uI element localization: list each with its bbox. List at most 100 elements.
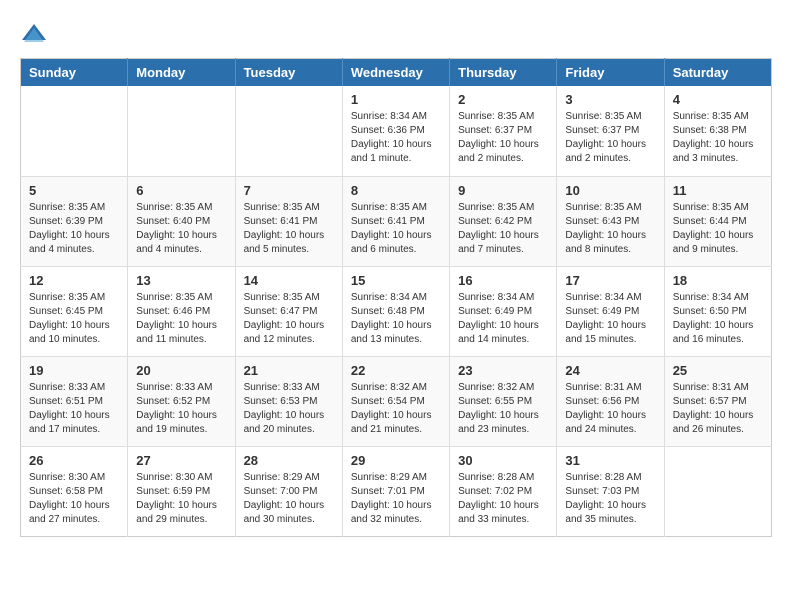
calendar-header-row: SundayMondayTuesdayWednesdayThursdayFrid… — [21, 59, 772, 87]
day-info: Sunrise: 8:34 AM Sunset: 6:49 PM Dayligh… — [565, 291, 655, 347]
day-header-wednesday: Wednesday — [342, 59, 449, 87]
day-info: Sunrise: 8:35 AM Sunset: 6:37 PM Dayligh… — [565, 110, 655, 166]
day-info: Sunrise: 8:29 AM Sunset: 7:00 PM Dayligh… — [244, 471, 334, 527]
calendar-cell: 14 Sunrise: 8:35 AM Sunset: 6:47 PM Dayli… — [235, 266, 342, 356]
day-info: Sunrise: 8:33 AM Sunset: 6:51 PM Dayligh… — [29, 381, 119, 437]
day-number: 26 — [29, 453, 119, 468]
day-number: 29 — [351, 453, 441, 468]
day-info: Sunrise: 8:34 AM Sunset: 6:48 PM Dayligh… — [351, 291, 441, 347]
calendar-cell: 15 Sunrise: 8:34 AM Sunset: 6:48 PM Dayli… — [342, 266, 449, 356]
day-number: 1 — [351, 92, 441, 107]
calendar-cell: 31 Sunrise: 8:28 AM Sunset: 7:03 PM Dayli… — [557, 446, 664, 536]
day-number: 9 — [458, 183, 548, 198]
day-info: Sunrise: 8:35 AM Sunset: 6:40 PM Dayligh… — [136, 201, 226, 257]
day-info: Sunrise: 8:31 AM Sunset: 6:57 PM Dayligh… — [673, 381, 763, 437]
day-info: Sunrise: 8:35 AM Sunset: 6:38 PM Dayligh… — [673, 110, 763, 166]
day-info: Sunrise: 8:35 AM Sunset: 6:37 PM Dayligh… — [458, 110, 548, 166]
day-info: Sunrise: 8:29 AM Sunset: 7:01 PM Dayligh… — [351, 471, 441, 527]
day-number: 24 — [565, 363, 655, 378]
day-number: 22 — [351, 363, 441, 378]
calendar-cell: 6 Sunrise: 8:35 AM Sunset: 6:40 PM Daylig… — [128, 176, 235, 266]
day-info: Sunrise: 8:32 AM Sunset: 6:55 PM Dayligh… — [458, 381, 548, 437]
day-header-sunday: Sunday — [21, 59, 128, 87]
calendar-cell: 16 Sunrise: 8:34 AM Sunset: 6:49 PM Dayli… — [450, 266, 557, 356]
day-number: 15 — [351, 273, 441, 288]
day-number: 28 — [244, 453, 334, 468]
calendar-week-row: 5Sunrise: 8:35 AM Sunset: 6:39 PM Daylig… — [21, 176, 772, 266]
day-number: 6 — [136, 183, 226, 198]
day-number: 27 — [136, 453, 226, 468]
day-number: 7 — [244, 183, 334, 198]
calendar-cell: 11 Sunrise: 8:35 AM Sunset: 6:44 PM Dayli… — [664, 176, 771, 266]
calendar-cell: 19 Sunrise: 8:33 AM Sunset: 6:51 PM Dayli… — [21, 356, 128, 446]
calendar-cell: 2 Sunrise: 8:35 AM Sunset: 6:37 PM Daylig… — [450, 86, 557, 176]
day-info: Sunrise: 8:35 AM Sunset: 6:47 PM Dayligh… — [244, 291, 334, 347]
day-number: 12 — [29, 273, 119, 288]
logo-icon — [20, 20, 48, 48]
calendar-cell: 20 Sunrise: 8:33 AM Sunset: 6:52 PM Dayli… — [128, 356, 235, 446]
calendar-cell: 13 Sunrise: 8:35 AM Sunset: 6:46 PM Dayli… — [128, 266, 235, 356]
calendar-cell: 8Sunrise: 8:35 AM Sunset: 6:41 PM Daylig… — [342, 176, 449, 266]
day-info: Sunrise: 8:34 AM Sunset: 6:36 PM Dayligh… — [351, 110, 441, 166]
day-info: Sunrise: 8:35 AM Sunset: 6:42 PM Dayligh… — [458, 201, 548, 257]
day-number: 19 — [29, 363, 119, 378]
day-info: Sunrise: 8:35 AM Sunset: 6:46 PM Dayligh… — [136, 291, 226, 347]
day-info: Sunrise: 8:33 AM Sunset: 6:53 PM Dayligh… — [244, 381, 334, 437]
logo — [20, 20, 52, 48]
calendar-cell: 17 Sunrise: 8:34 AM Sunset: 6:49 PM Dayli… — [557, 266, 664, 356]
day-info: Sunrise: 8:30 AM Sunset: 6:58 PM Dayligh… — [29, 471, 119, 527]
day-number: 10 — [565, 183, 655, 198]
day-number: 20 — [136, 363, 226, 378]
calendar-cell — [664, 446, 771, 536]
calendar-cell: 21 Sunrise: 8:33 AM Sunset: 6:53 PM Dayli… — [235, 356, 342, 446]
calendar-cell — [21, 86, 128, 176]
calendar-week-row: 26 Sunrise: 8:30 AM Sunset: 6:58 PM Dayli… — [21, 446, 772, 536]
day-info: Sunrise: 8:35 AM Sunset: 6:45 PM Dayligh… — [29, 291, 119, 347]
day-number: 4 — [673, 92, 763, 107]
day-number: 5 — [29, 183, 119, 198]
calendar-cell: 25 Sunrise: 8:31 AM Sunset: 6:57 PM Dayli… — [664, 356, 771, 446]
day-info: Sunrise: 8:32 AM Sunset: 6:54 PM Dayligh… — [351, 381, 441, 437]
calendar-cell: 4 Sunrise: 8:35 AM Sunset: 6:38 PM Daylig… — [664, 86, 771, 176]
day-header-tuesday: Tuesday — [235, 59, 342, 87]
day-number: 25 — [673, 363, 763, 378]
day-number: 2 — [458, 92, 548, 107]
day-info: Sunrise: 8:30 AM Sunset: 6:59 PM Dayligh… — [136, 471, 226, 527]
day-info: Sunrise: 8:33 AM Sunset: 6:52 PM Dayligh… — [136, 381, 226, 437]
day-number: 14 — [244, 273, 334, 288]
calendar-cell: 1 Sunrise: 8:34 AM Sunset: 6:36 PM Daylig… — [342, 86, 449, 176]
day-number: 13 — [136, 273, 226, 288]
page-header — [20, 20, 772, 48]
calendar-week-row: 1 Sunrise: 8:34 AM Sunset: 6:36 PM Daylig… — [21, 86, 772, 176]
calendar-week-row: 19 Sunrise: 8:33 AM Sunset: 6:51 PM Dayli… — [21, 356, 772, 446]
calendar-cell: 18Sunrise: 8:34 AM Sunset: 6:50 PM Dayli… — [664, 266, 771, 356]
calendar-cell: 27 Sunrise: 8:30 AM Sunset: 6:59 PM Dayli… — [128, 446, 235, 536]
day-number: 30 — [458, 453, 548, 468]
day-header-friday: Friday — [557, 59, 664, 87]
day-number: 23 — [458, 363, 548, 378]
calendar-cell: 22 Sunrise: 8:32 AM Sunset: 6:54 PM Dayli… — [342, 356, 449, 446]
day-number: 3 — [565, 92, 655, 107]
calendar-week-row: 12 Sunrise: 8:35 AM Sunset: 6:45 PM Dayli… — [21, 266, 772, 356]
day-info: Sunrise: 8:35 AM Sunset: 6:44 PM Dayligh… — [673, 201, 763, 257]
day-number: 21 — [244, 363, 334, 378]
day-number: 17 — [565, 273, 655, 288]
day-info: Sunrise: 8:28 AM Sunset: 7:03 PM Dayligh… — [565, 471, 655, 527]
day-info: Sunrise: 8:34 AM Sunset: 6:49 PM Dayligh… — [458, 291, 548, 347]
day-info: Sunrise: 8:35 AM Sunset: 6:43 PM Dayligh… — [565, 201, 655, 257]
day-number: 31 — [565, 453, 655, 468]
day-header-monday: Monday — [128, 59, 235, 87]
calendar-cell: 24Sunrise: 8:31 AM Sunset: 6:56 PM Dayli… — [557, 356, 664, 446]
day-info: Sunrise: 8:28 AM Sunset: 7:02 PM Dayligh… — [458, 471, 548, 527]
calendar-cell: 30 Sunrise: 8:28 AM Sunset: 7:02 PM Dayli… — [450, 446, 557, 536]
calendar-cell: 10 Sunrise: 8:35 AM Sunset: 6:43 PM Dayli… — [557, 176, 664, 266]
day-number: 11 — [673, 183, 763, 198]
day-number: 16 — [458, 273, 548, 288]
calendar-cell — [128, 86, 235, 176]
day-info: Sunrise: 8:34 AM Sunset: 6:50 PM Dayligh… — [673, 291, 763, 347]
calendar-cell: 12 Sunrise: 8:35 AM Sunset: 6:45 PM Dayli… — [21, 266, 128, 356]
calendar-cell: 7Sunrise: 8:35 AM Sunset: 6:41 PM Daylig… — [235, 176, 342, 266]
calendar-cell: 26 Sunrise: 8:30 AM Sunset: 6:58 PM Dayli… — [21, 446, 128, 536]
calendar-cell — [235, 86, 342, 176]
calendar-cell: 3 Sunrise: 8:35 AM Sunset: 6:37 PM Daylig… — [557, 86, 664, 176]
